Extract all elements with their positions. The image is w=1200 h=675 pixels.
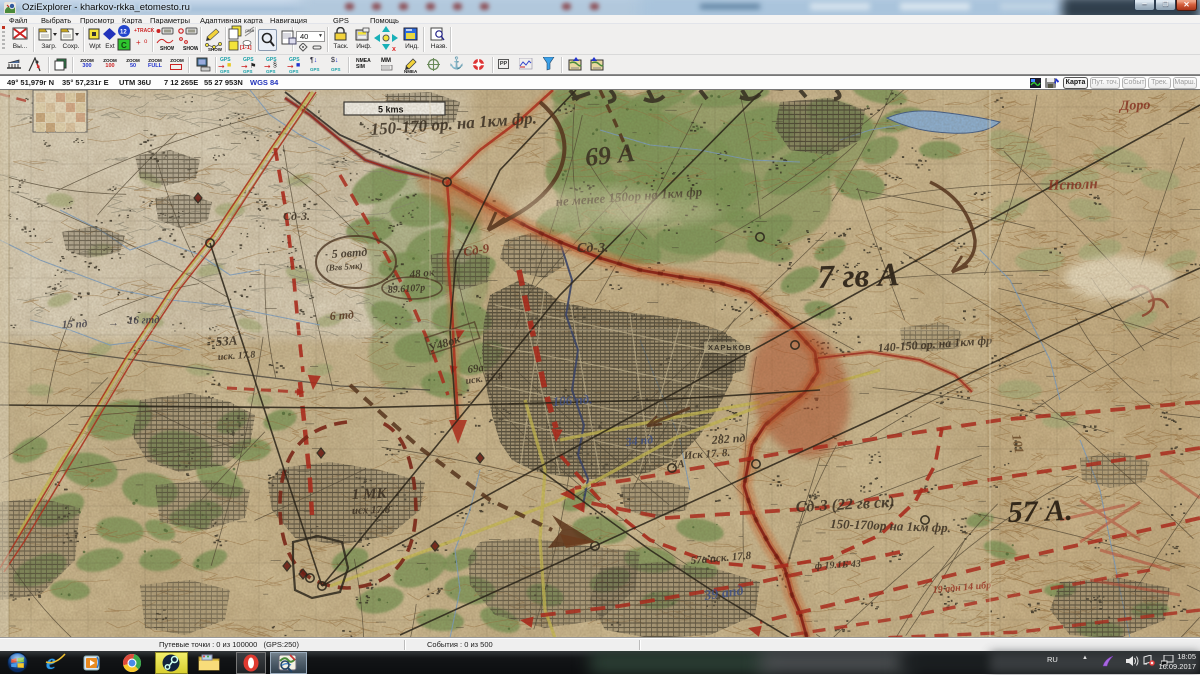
svg-text:[1-1]: [1-1] — [240, 45, 252, 51]
svg-text:SHOW: SHOW — [208, 47, 223, 51]
svg-text:12: 12 — [120, 30, 127, 36]
svg-text:C: C — [121, 41, 127, 50]
svg-text:GMS: GMS — [245, 28, 254, 33]
svg-text:x: x — [392, 46, 396, 51]
svg-text:SHOW: SHOW — [160, 46, 174, 51]
svg-text:SHOW: SHOW — [183, 46, 198, 51]
